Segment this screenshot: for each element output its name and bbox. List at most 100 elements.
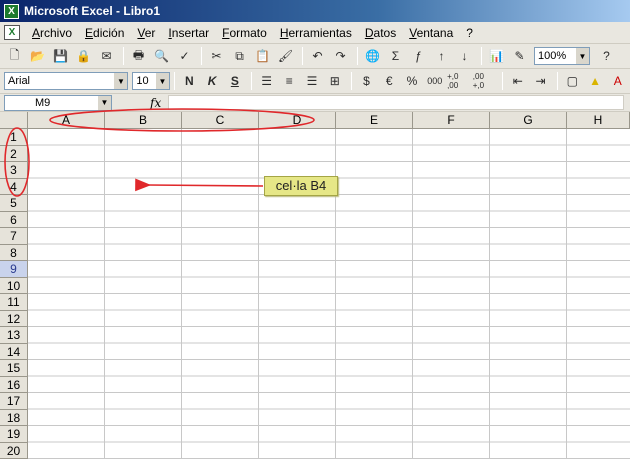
column-header-a[interactable]: A xyxy=(28,112,105,129)
column-header-c[interactable]: C xyxy=(182,112,259,129)
column-header-f[interactable]: F xyxy=(413,112,490,129)
toolbar-separator xyxy=(174,72,175,90)
drawing-icon[interactable]: ✎ xyxy=(509,46,530,66)
font-size-select[interactable]: 10 ▼ xyxy=(132,72,170,90)
row-header-5[interactable]: 5 xyxy=(0,195,28,212)
row-header-14[interactable]: 14 xyxy=(0,343,28,360)
row-header-2[interactable]: 2 xyxy=(0,145,28,162)
column-header-g[interactable]: G xyxy=(490,112,567,129)
sort-desc-icon[interactable]: ↓ xyxy=(454,46,475,66)
underline-button[interactable]: S xyxy=(224,71,245,91)
menu-herramientas[interactable]: Herramientas xyxy=(276,26,361,40)
column-header-e[interactable]: E xyxy=(336,112,413,129)
print-icon[interactable]: 🖶 xyxy=(128,46,149,66)
column-header-d[interactable]: D xyxy=(259,112,336,129)
decrease-decimal-button[interactable]: ,00 +,0 xyxy=(473,71,497,91)
euro-button[interactable]: € xyxy=(379,71,400,91)
row-header-12[interactable]: 12 xyxy=(0,310,28,327)
percent-button[interactable]: % xyxy=(402,71,423,91)
column-header-b[interactable]: B xyxy=(105,112,182,129)
row-header-15[interactable]: 15 xyxy=(0,360,28,377)
row-header-4[interactable]: 4 xyxy=(0,178,28,195)
thousands-button[interactable]: 000 xyxy=(424,71,445,91)
print-preview-icon[interactable]: 🔍 xyxy=(151,46,172,66)
chevron-down-icon[interactable]: ▼ xyxy=(98,95,111,110)
cell-b4-callout: cel·la B4 xyxy=(264,176,338,196)
excel-app-icon: X xyxy=(4,3,19,19)
format-painter-icon[interactable]: 🖌 xyxy=(275,46,296,66)
permission-icon[interactable]: 🔒 xyxy=(73,46,94,66)
currency-icon[interactable]: $ xyxy=(356,71,377,91)
row-header-9[interactable]: 9 xyxy=(0,261,28,278)
row-header-8[interactable]: 8 xyxy=(0,244,28,261)
email-icon[interactable]: ✉ xyxy=(96,46,117,66)
font-value: Arial xyxy=(8,75,31,87)
help-icon[interactable]: ? xyxy=(596,46,617,66)
menu-archivo[interactable]: Archivo xyxy=(28,26,81,40)
chevron-down-icon[interactable]: ▼ xyxy=(576,48,589,64)
row-header-7[interactable]: 7 xyxy=(0,228,28,245)
toolbar-separator xyxy=(251,72,253,90)
align-right-icon[interactable]: ☰ xyxy=(302,71,323,91)
row-header-11[interactable]: 11 xyxy=(0,294,28,311)
bold-button[interactable]: N xyxy=(179,71,200,91)
decrease-indent-icon[interactable]: ⇤ xyxy=(507,71,528,91)
name-box[interactable]: M9 ▼ xyxy=(4,94,112,111)
toolbar-separator xyxy=(556,72,558,90)
menu-edicion[interactable]: Edición xyxy=(81,26,133,40)
toolbar-separator xyxy=(351,72,353,90)
toolbar-separator xyxy=(302,47,303,65)
increase-indent-icon[interactable]: ⇥ xyxy=(530,71,551,91)
chevron-down-icon[interactable]: ▼ xyxy=(156,73,169,89)
row-header-19[interactable]: 19 xyxy=(0,426,28,443)
select-all-corner[interactable] xyxy=(0,112,28,129)
row-header-6[interactable]: 6 xyxy=(0,211,28,228)
borders-icon[interactable]: ▢ xyxy=(562,71,583,91)
standard-toolbar: 🗋 📂 💾 🔒 ✉ 🖶 🔍 ✓ ✂ ⧉ 📋 🖌 ↶ ↷ 🌐 Σ ƒ ↑ ↓ 📊 … xyxy=(0,44,630,69)
hyperlink-icon[interactable]: 🌐 xyxy=(362,46,383,66)
menu-ventana[interactable]: Ventana xyxy=(405,26,462,40)
paste-icon[interactable]: 📋 xyxy=(252,46,273,66)
column-header-h[interactable]: H xyxy=(567,112,630,129)
row-header-13[interactable]: 13 xyxy=(0,327,28,344)
menu-datos[interactable]: Datos xyxy=(361,26,405,40)
menu-help[interactable]: ? xyxy=(462,26,482,40)
formula-input[interactable] xyxy=(168,95,624,110)
fill-color-icon[interactable]: ▲ xyxy=(585,71,606,91)
chart-wizard-icon[interactable]: 📊 xyxy=(486,46,507,66)
undo-icon[interactable]: ↶ xyxy=(307,46,328,66)
row-header-17[interactable]: 17 xyxy=(0,393,28,410)
zoom-select[interactable]: 100% ▼ xyxy=(534,47,590,65)
open-icon[interactable]: 📂 xyxy=(27,46,48,66)
sort-asc-icon[interactable]: ↑ xyxy=(431,46,452,66)
function-icon[interactable]: ƒ xyxy=(408,46,429,66)
menu-formato[interactable]: Formato xyxy=(218,26,276,40)
increase-decimal-button[interactable]: +,0 ,00 xyxy=(447,71,471,91)
row-header-3[interactable]: 3 xyxy=(0,162,28,179)
chevron-down-icon[interactable]: ▼ xyxy=(114,73,128,89)
align-center-icon[interactable]: ≡ xyxy=(279,71,300,91)
spelling-icon[interactable]: ✓ xyxy=(174,46,195,66)
workbook-icon[interactable]: X xyxy=(4,25,20,40)
save-icon[interactable]: 💾 xyxy=(50,46,71,66)
row-header-10[interactable]: 10 xyxy=(0,277,28,294)
italic-button[interactable]: K xyxy=(202,71,223,91)
toolbar-separator xyxy=(481,47,482,65)
font-select[interactable]: Arial ▼ xyxy=(4,72,129,90)
font-color-icon[interactable]: A xyxy=(607,71,628,91)
row-header-18[interactable]: 18 xyxy=(0,409,28,426)
row-header-20[interactable]: 20 xyxy=(0,442,28,459)
merge-center-icon[interactable]: ⊞ xyxy=(324,71,345,91)
insert-function-icon[interactable]: fx xyxy=(150,96,161,110)
row-header-16[interactable]: 16 xyxy=(0,376,28,393)
redo-icon[interactable]: ↷ xyxy=(330,46,351,66)
menu-insertar[interactable]: Insertar xyxy=(164,26,218,40)
align-left-icon[interactable]: ☰ xyxy=(256,71,277,91)
toolbar-separator xyxy=(201,47,202,65)
copy-icon[interactable]: ⧉ xyxy=(229,46,250,66)
autosum-icon[interactable]: Σ xyxy=(385,46,406,66)
new-icon[interactable]: 🗋 xyxy=(4,46,25,66)
cut-icon[interactable]: ✂ xyxy=(206,46,227,66)
row-header-1[interactable]: 1 xyxy=(0,129,28,146)
menu-ver[interactable]: Ver xyxy=(133,26,164,40)
